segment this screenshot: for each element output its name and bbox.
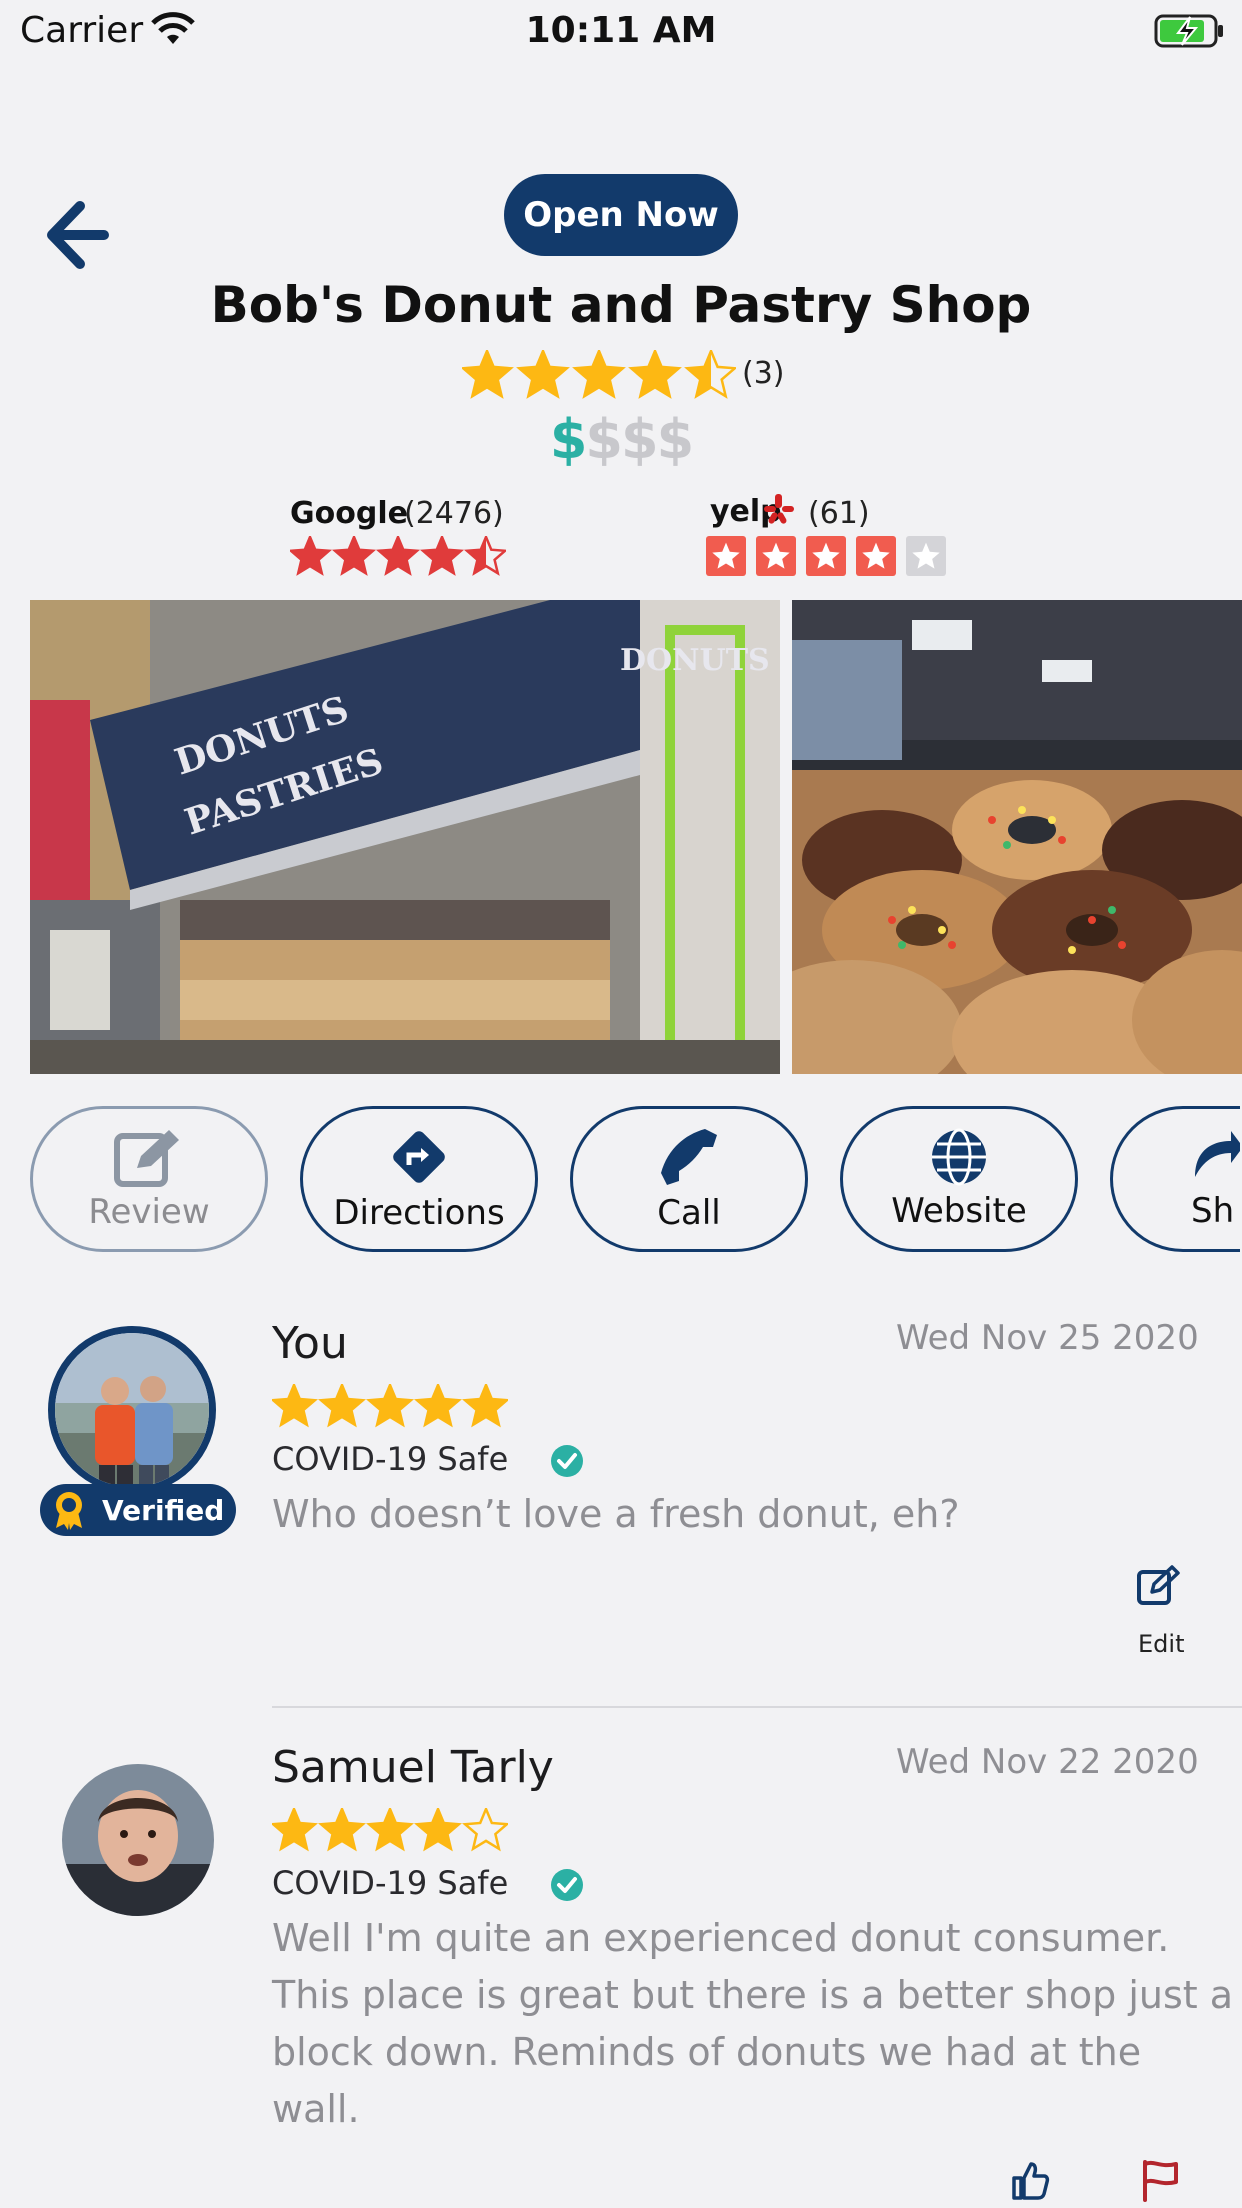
- review-text: Well I'm quite an experienced donut cons…: [272, 1910, 1233, 2138]
- review-divider: [272, 1706, 1242, 1708]
- review-button-label: Review: [88, 1192, 210, 1232]
- review-stars: [270, 1381, 510, 1432]
- yelp-burst-icon: [764, 494, 794, 524]
- star-filled: [273, 1809, 315, 1849]
- verified-badge: Verified: [40, 1484, 236, 1536]
- star-filled: [631, 351, 679, 397]
- overall-rating-stars: [460, 347, 738, 404]
- review-text-line: Well I'm quite an experienced donut cons…: [272, 1916, 1170, 1960]
- star-filled: [335, 537, 373, 574]
- share-button-label: Sh: [1191, 1191, 1235, 1231]
- edit-label[interactable]: Edit: [1138, 1630, 1184, 1658]
- page-title: Bob's Donut and Pastry Shop: [210, 276, 1032, 334]
- directions-icon: [393, 1131, 445, 1183]
- call-button-label: Call: [657, 1193, 721, 1233]
- verified-label: Verified: [102, 1493, 225, 1527]
- yelp-rating-stars: [706, 536, 946, 580]
- status-bar: Carrier 10:11 AM: [0, 0, 1242, 64]
- star-filled: [423, 537, 461, 574]
- globe-icon: [932, 1128, 986, 1186]
- price-inactive: $$$: [585, 408, 694, 471]
- share-icon: [1195, 1131, 1240, 1177]
- review-text-line: wall.: [272, 2087, 360, 2131]
- check-circle-icon: [551, 1445, 583, 1477]
- price-active: $: [549, 408, 588, 471]
- review-button[interactable]: Review: [30, 1106, 268, 1252]
- website-button-label: Website: [891, 1191, 1027, 1231]
- google-count: (2476): [404, 496, 504, 531]
- price-level: $$$$: [0, 408, 1242, 471]
- star-filled: [417, 1385, 459, 1425]
- award-ribbon-icon: [56, 1492, 82, 1530]
- star-rating-svg: [460, 347, 738, 399]
- avatar[interactable]: [62, 1764, 214, 1916]
- star-filled: [519, 351, 567, 397]
- storefront-photo[interactable]: DONUTS PASTRIES DONUTS: [30, 600, 780, 1074]
- star-filled: [291, 537, 329, 574]
- directions-button-label: Directions: [333, 1193, 505, 1233]
- star-outline: [462, 1805, 510, 1852]
- website-button[interactable]: Website: [840, 1106, 1078, 1252]
- review-text: Who doesn’t love a fresh donut, eh?: [272, 1492, 960, 1536]
- open-now-badge: Open Now: [504, 174, 738, 256]
- review-text-line: block down. Reminds of donuts we had at …: [272, 2030, 1142, 2074]
- svg-text:DONUTS: DONUTS: [620, 643, 770, 678]
- star-filled: [273, 1385, 315, 1425]
- google-label: Google: [290, 496, 408, 531]
- back-arrow-icon[interactable]: [44, 200, 110, 270]
- star-filled: [575, 351, 623, 397]
- star-filled: [321, 1809, 363, 1849]
- overall-rating-count: (3): [742, 356, 785, 391]
- star-rating-svg: [287, 533, 509, 576]
- check-circle-icon: [551, 1869, 583, 1901]
- battery-charging-icon: [1154, 14, 1223, 48]
- flag-icon[interactable]: [1140, 2158, 1180, 2202]
- call-button[interactable]: Call: [570, 1106, 808, 1252]
- avatar[interactable]: [48, 1326, 216, 1494]
- directions-button[interactable]: Directions: [300, 1106, 538, 1252]
- review-text-line: This place is great but there is a bette…: [272, 1973, 1234, 2017]
- review-date: Wed Nov 25 2020: [896, 1318, 1199, 1358]
- review-date: Wed Nov 22 2020: [896, 1742, 1199, 1782]
- yelp-count: (61): [808, 496, 870, 531]
- reviewer-name: You: [272, 1318, 348, 1369]
- star-rating-svg: [270, 1805, 510, 1852]
- edit-icon[interactable]: [1136, 1564, 1180, 1606]
- review-stars: [270, 1805, 510, 1856]
- covid-safe-label: COVID-19 Safe: [272, 1440, 509, 1478]
- edit-icon: [114, 1130, 179, 1187]
- star-filled: [379, 537, 417, 574]
- star-filled: [417, 1809, 459, 1849]
- star-rating-svg: [270, 1381, 510, 1428]
- star-filled: [369, 1385, 411, 1425]
- covid-safe-label: COVID-19 Safe: [272, 1864, 509, 1902]
- donuts-photo[interactable]: [792, 600, 1242, 1074]
- thumbs-up-icon[interactable]: [1010, 2160, 1050, 2200]
- star-filled: [321, 1385, 363, 1425]
- star-filled: [369, 1809, 411, 1849]
- yelp-star-svg: [706, 536, 946, 576]
- google-rating-stars: [287, 533, 509, 580]
- star-filled: [465, 1385, 507, 1425]
- star-filled: [463, 351, 511, 397]
- phone-icon: [661, 1129, 717, 1185]
- reviewer-name: Samuel Tarly: [272, 1742, 554, 1793]
- share-button[interactable]: Sh: [1110, 1106, 1240, 1252]
- clock: 10:11 AM: [525, 10, 717, 51]
